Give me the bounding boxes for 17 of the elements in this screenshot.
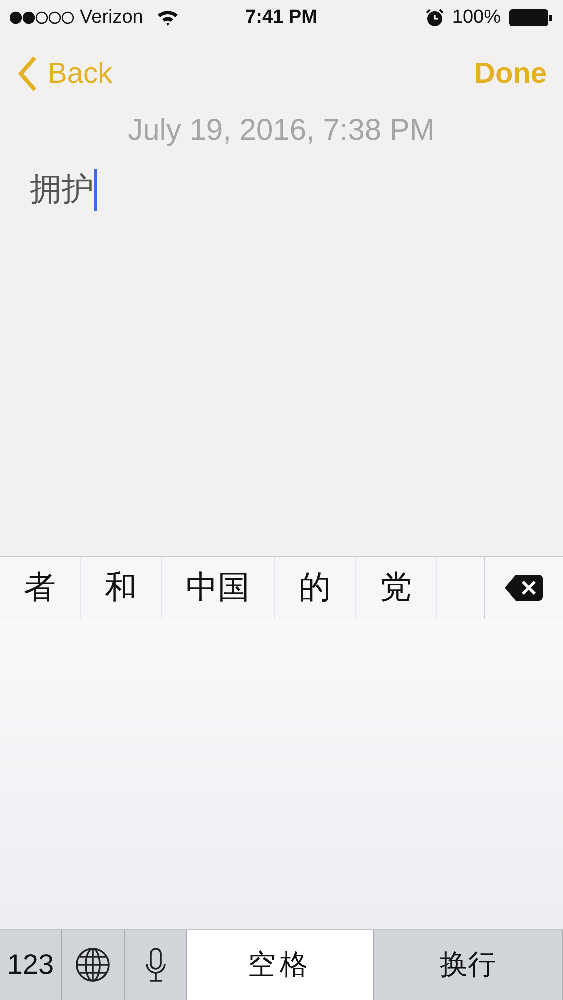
chevron-left-icon <box>18 56 38 92</box>
back-label: Back <box>48 58 112 90</box>
carrier-name: Verizon <box>80 7 144 29</box>
return-key[interactable]: 换行 <box>374 930 563 1000</box>
wifi-icon <box>157 10 180 26</box>
globe-icon <box>75 947 112 983</box>
text-cursor <box>94 169 97 211</box>
battery-percent: 100% <box>452 7 501 29</box>
microphone-icon <box>144 947 167 983</box>
alarm-clock-icon <box>426 9 444 27</box>
clock-time: 7:41 PM <box>246 7 318 29</box>
note-text[interactable]: 拥护 <box>30 168 94 212</box>
battery-icon <box>509 9 553 27</box>
delete-icon[interactable] <box>504 574 544 602</box>
signal-icon <box>10 11 74 25</box>
note-date: July 19, 2016, 7:38 PM <box>128 114 435 148</box>
space-key[interactable]: 空格 <box>187 930 374 1000</box>
